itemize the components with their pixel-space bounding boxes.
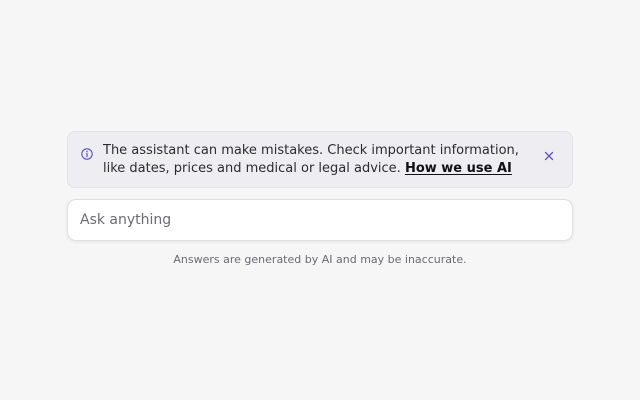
ask-input[interactable] [80, 200, 560, 240]
notice-message: The assistant can make mistakes. Check i… [103, 142, 533, 178]
close-notice-button[interactable] [541, 148, 557, 164]
how-we-use-ai-link[interactable]: How we use AI [405, 161, 512, 176]
info-icon [81, 145, 93, 160]
ask-input-container [67, 199, 573, 241]
close-icon [544, 151, 554, 161]
ai-notice-banner: The assistant can make mistakes. Check i… [67, 131, 573, 188]
assistant-page: The assistant can make mistakes. Check i… [0, 0, 640, 400]
ai-disclaimer: Answers are generated by AI and may be i… [173, 253, 467, 266]
